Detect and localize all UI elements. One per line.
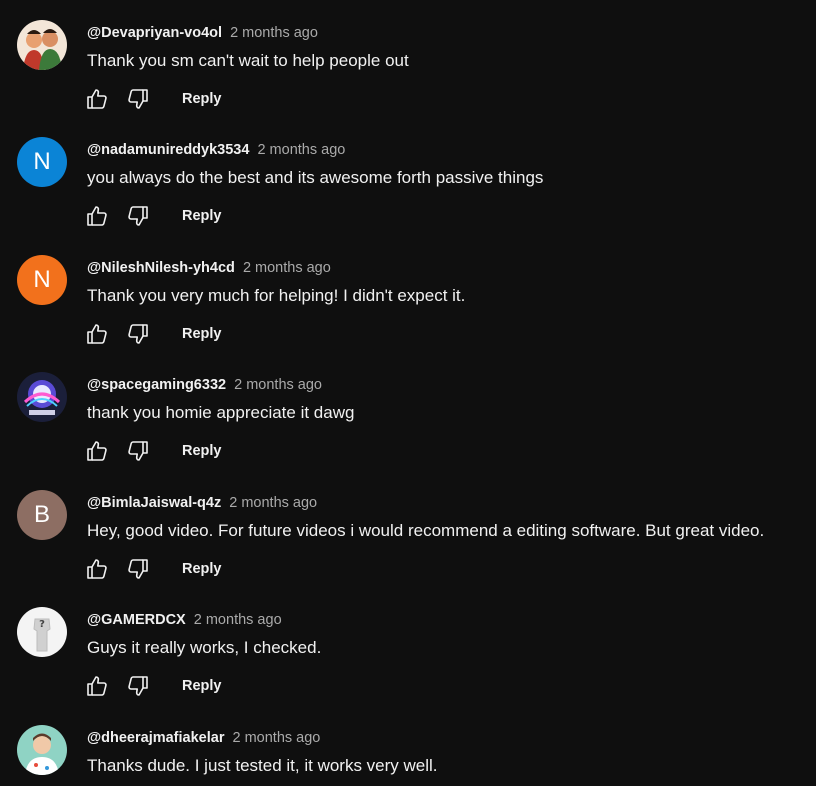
- avatar[interactable]: [17, 372, 67, 422]
- reply-button[interactable]: Reply: [182, 443, 222, 459]
- comment-timestamp[interactable]: 2 months ago: [233, 730, 321, 746]
- comment-author[interactable]: @Devapriyan-vo4ol: [87, 25, 222, 41]
- comment-text: Hey, good video. For future videos i wou…: [87, 521, 765, 540]
- thumbs-up-icon[interactable]: [84, 321, 110, 347]
- svg-text:?: ?: [39, 619, 45, 630]
- comment-text: Thank you sm can't wait to help people o…: [87, 51, 409, 70]
- thumbs-up-icon[interactable]: [84, 556, 110, 582]
- comment-timestamp[interactable]: 2 months ago: [243, 260, 331, 276]
- avatar-letter: N: [33, 266, 51, 293]
- thumbs-down-icon[interactable]: [125, 203, 151, 229]
- avatar-image: ?: [17, 607, 67, 657]
- thumbs-up-icon[interactable]: [84, 438, 110, 464]
- comment-text: Thank you very much for helping! I didn'…: [87, 286, 466, 305]
- comment-actions: Reply: [84, 556, 222, 582]
- comment-actions: Reply: [84, 86, 222, 112]
- comment-timestamp[interactable]: 2 months ago: [234, 377, 322, 393]
- comment-text: Guys it really works, I checked.: [87, 638, 322, 657]
- comment-item: N @NileshNilesh-yh4cd 2 months ago Thank…: [0, 235, 816, 352]
- avatar[interactable]: [17, 725, 67, 775]
- reply-button[interactable]: Reply: [182, 326, 222, 342]
- thumbs-down-icon[interactable]: [125, 438, 151, 464]
- comment-actions: Reply: [84, 321, 222, 347]
- comment-author[interactable]: @dheerajmafiakelar: [87, 730, 224, 746]
- comment-timestamp[interactable]: 2 months ago: [257, 142, 345, 158]
- comment-text: Thanks dude. I just tested it, it works …: [87, 756, 438, 775]
- comment-text: thank you homie appreciate it dawg: [87, 403, 355, 422]
- comment-text: you always do the best and its awesome f…: [87, 168, 544, 187]
- avatar[interactable]: N: [17, 137, 67, 187]
- comment-item: N @nadamunireddyk3534 2 months ago you a…: [0, 117, 816, 234]
- thumbs-down-icon[interactable]: [125, 556, 151, 582]
- reply-button[interactable]: Reply: [182, 91, 222, 107]
- avatar[interactable]: B: [17, 490, 67, 540]
- thumbs-up-icon[interactable]: [84, 673, 110, 699]
- avatar-letter: N: [33, 148, 51, 175]
- comment-actions: Reply: [84, 438, 222, 464]
- comment-meta: @BimlaJaiswal-q4z 2 months ago: [87, 493, 317, 513]
- reply-button[interactable]: Reply: [182, 208, 222, 224]
- comment-meta: @dheerajmafiakelar 2 months ago: [87, 728, 320, 748]
- reply-button[interactable]: Reply: [182, 561, 222, 577]
- comment-actions: Reply: [84, 673, 222, 699]
- avatar-image: [17, 372, 67, 422]
- comment-meta: @Devapriyan-vo4ol 2 months ago: [87, 23, 318, 43]
- comment-author[interactable]: @BimlaJaiswal-q4z: [87, 495, 221, 511]
- avatar-letter: B: [33, 501, 50, 528]
- thumbs-down-icon[interactable]: [125, 86, 151, 112]
- comment-author[interactable]: @nadamunireddyk3534: [87, 142, 249, 158]
- comment-author[interactable]: @NileshNilesh-yh4cd: [87, 260, 235, 276]
- comment-timestamp[interactable]: 2 months ago: [194, 612, 282, 628]
- avatar-image: [17, 725, 67, 775]
- comment-timestamp[interactable]: 2 months ago: [229, 495, 317, 511]
- thumbs-up-icon[interactable]: [84, 203, 110, 229]
- avatar[interactable]: N: [17, 255, 67, 305]
- thumbs-up-icon[interactable]: [84, 86, 110, 112]
- comment-timestamp[interactable]: 2 months ago: [230, 25, 318, 41]
- comment-author[interactable]: @GAMERDCX: [87, 612, 186, 628]
- comment-author[interactable]: @spacegaming6332: [87, 377, 226, 393]
- reply-button[interactable]: Reply: [182, 678, 222, 694]
- comment-actions: Reply: [84, 203, 222, 229]
- thumbs-down-icon[interactable]: [125, 321, 151, 347]
- comment-item: @dheerajmafiakelar 2 months ago Thanks d…: [0, 705, 816, 786]
- thumbs-down-icon[interactable]: [125, 673, 151, 699]
- avatar[interactable]: [17, 20, 67, 70]
- comments-section: @Devapriyan-vo4ol 2 months ago Thank you…: [0, 0, 816, 786]
- comment-item: B @BimlaJaiswal-q4z 2 months ago Hey, go…: [0, 470, 816, 587]
- avatar-image: [17, 20, 67, 70]
- comment-item: @Devapriyan-vo4ol 2 months ago Thank you…: [0, 0, 816, 117]
- avatar[interactable]: ?: [17, 607, 67, 657]
- comment-item: ? @GAMERDCX 2 months ago Guys it really …: [0, 587, 816, 704]
- comment-item: @spacegaming6332 2 months ago thank you …: [0, 352, 816, 469]
- comment-meta: @nadamunireddyk3534 2 months ago: [87, 140, 345, 160]
- comment-meta: @spacegaming6332 2 months ago: [87, 375, 322, 395]
- comment-meta: @GAMERDCX 2 months ago: [87, 610, 282, 630]
- comment-meta: @NileshNilesh-yh4cd 2 months ago: [87, 258, 331, 278]
